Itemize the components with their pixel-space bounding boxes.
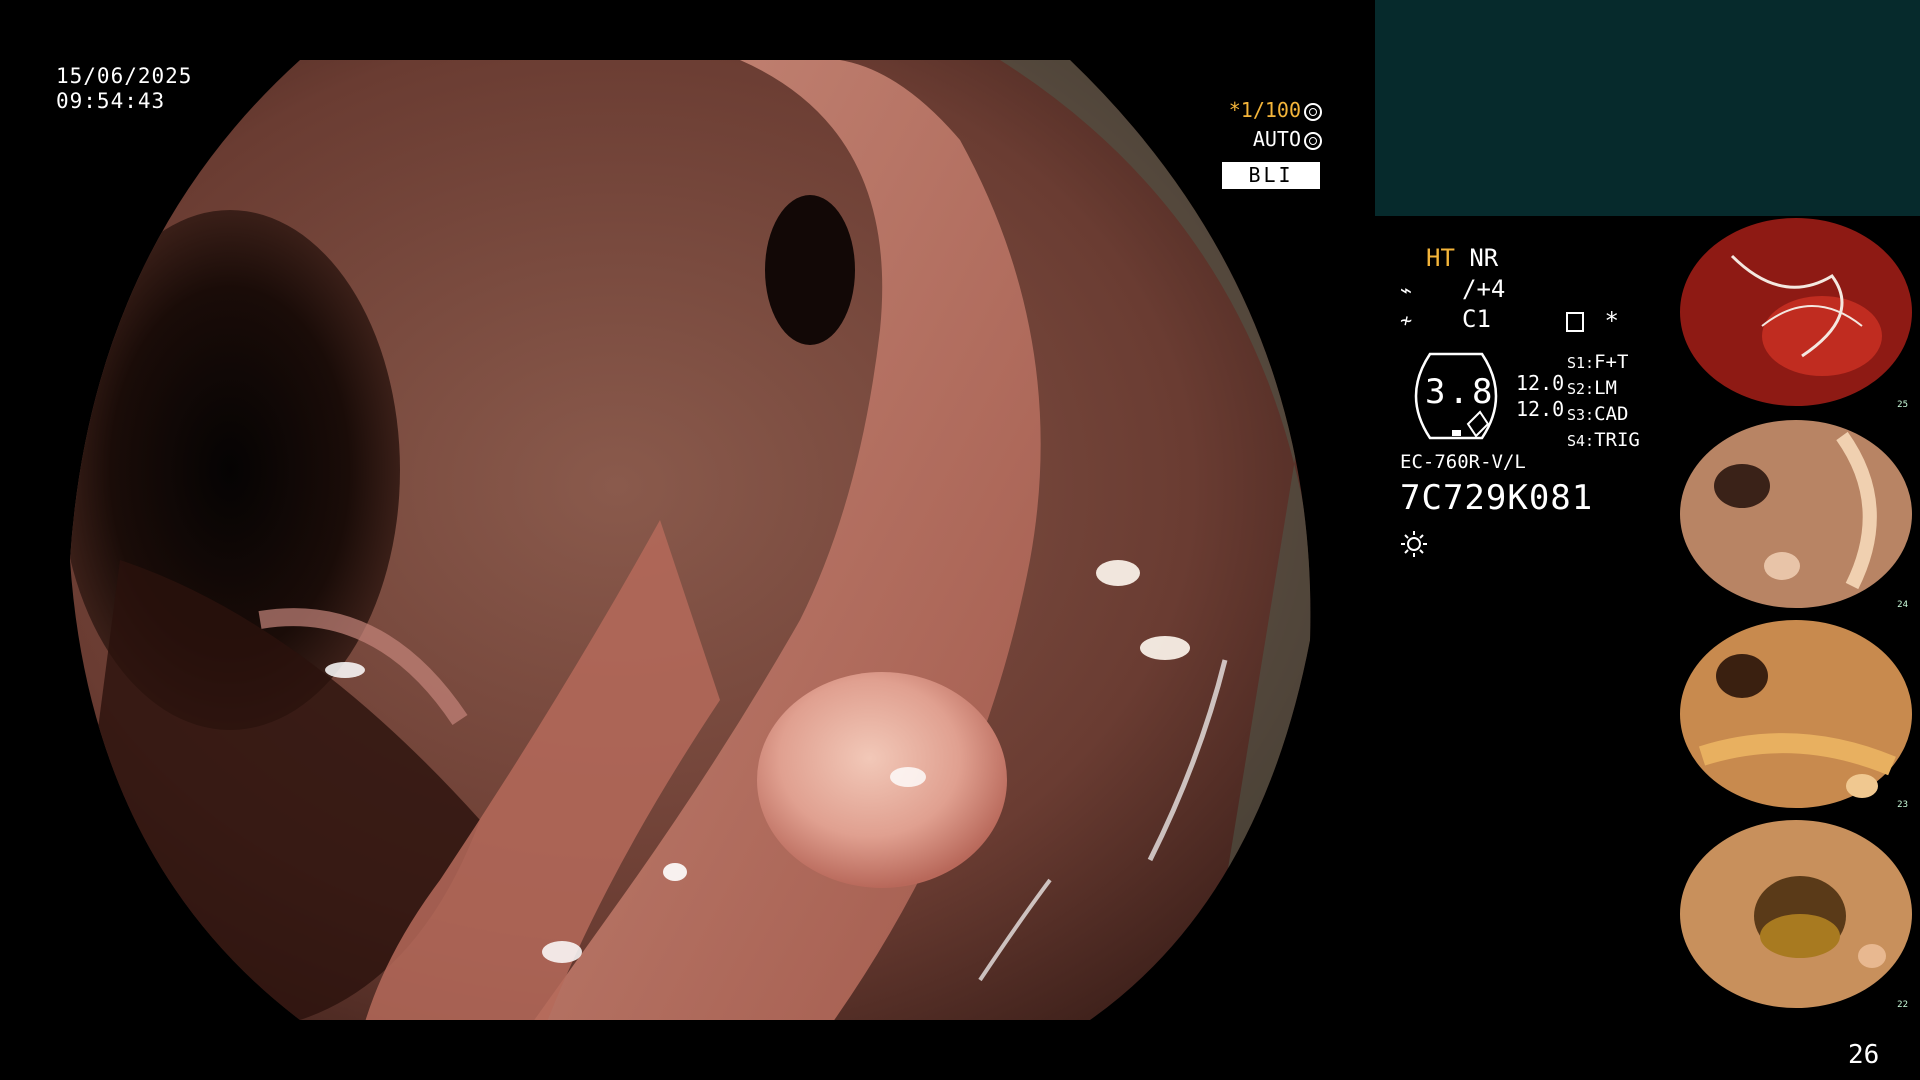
enhance-icon: ⌁ <box>1400 278 1413 302</box>
thumbnail-image <box>1680 420 1912 608</box>
shutter-speed-text: *1/100 <box>1228 98 1301 122</box>
thumbnail-number: 24 <box>1897 600 1908 610</box>
thumbnail[interactable]: 22 <box>1672 816 1920 1012</box>
ht-label: HT <box>1426 244 1455 272</box>
switch-row: S2:LM <box>1567 377 1617 399</box>
switch-row: S3:CAD <box>1567 403 1629 425</box>
thumbnail-number: 25 <box>1897 400 1908 410</box>
enhance-row: ⌁ /+4 <box>1400 275 1505 303</box>
light-mode-badge: BLI <box>1222 162 1320 189</box>
scope-switches: S1:F+T S2:LM S3:CAD S4:TRIG <box>1567 350 1640 454</box>
shutter-icon <box>1304 102 1322 121</box>
shutter-speed: *1/100 <box>1210 98 1322 122</box>
date-text: 15/06/2025 <box>56 64 193 88</box>
thumbnail[interactable]: 24 <box>1672 416 1920 612</box>
thumbnail-image <box>1680 218 1912 406</box>
memory-row: * <box>1566 307 1619 335</box>
scope-serial: 7C729K081 <box>1400 478 1594 518</box>
light-source-icon <box>1401 531 1427 557</box>
nr-label: NR <box>1469 244 1499 272</box>
time-text: 09:54:43 <box>56 89 166 113</box>
iris-mode: AUTO <box>1210 127 1322 151</box>
scale-bottom: 12.0 <box>1516 397 1565 421</box>
color-row: ≁ C1 <box>1400 305 1491 333</box>
thumbnail[interactable]: 23 <box>1672 616 1920 812</box>
thumbnail-number: 22 <box>1897 1000 1908 1010</box>
star-label: * <box>1604 307 1619 335</box>
info-panel-header <box>1375 0 1920 216</box>
switch-row: S1:F+T <box>1567 351 1629 373</box>
thumbnail-number: 23 <box>1897 800 1908 810</box>
endoscopic-view <box>0 0 1370 1080</box>
thumbnail-image <box>1680 820 1912 1008</box>
scale-values: 12.0 12.0 <box>1516 370 1564 422</box>
switch-row: S4:TRIG <box>1567 429 1640 451</box>
color-value: C1 <box>1462 305 1491 333</box>
page-number: 26 <box>1848 1040 1880 1070</box>
endoscopic-image <box>70 60 1311 1020</box>
scope-model: EC-760R-V/L <box>1400 451 1526 473</box>
iris-mode-text: AUTO <box>1252 127 1301 151</box>
iris-icon <box>1304 131 1322 150</box>
thumbnail-image <box>1680 620 1912 808</box>
thumbnail[interactable]: 25 <box>1672 216 1920 412</box>
memory-icon <box>1566 312 1584 332</box>
ht-nr-row: HT NR <box>1426 244 1498 272</box>
timestamp: 15/06/2025 09:54:43 <box>56 64 192 114</box>
scale-top: 12.0 <box>1516 371 1565 395</box>
color-icon: ≁ <box>1400 308 1413 332</box>
enhance-value: /+4 <box>1462 275 1506 303</box>
pressure-value: 3.8 <box>1425 372 1496 412</box>
